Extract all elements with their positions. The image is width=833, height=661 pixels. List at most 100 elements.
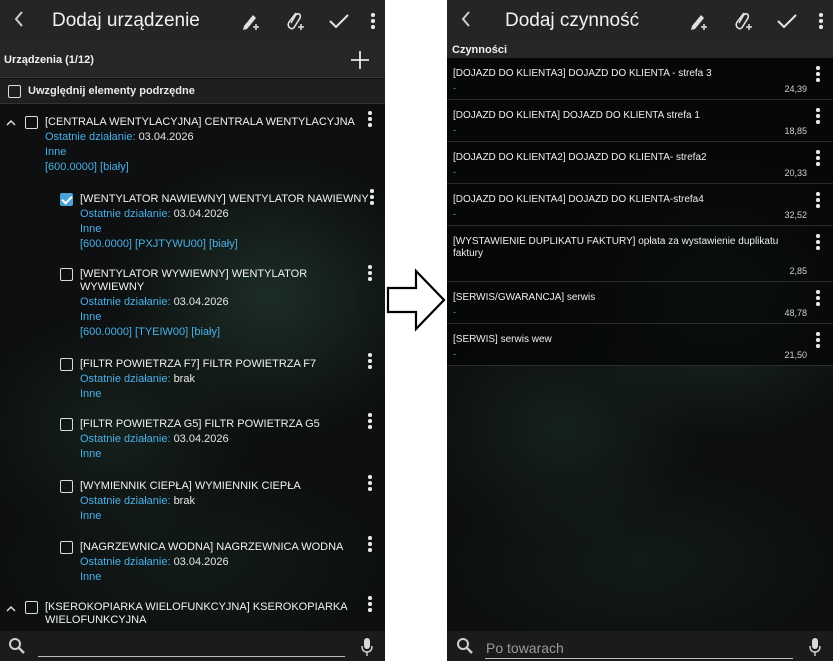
pencil-plus-icon	[243, 15, 259, 30]
activity-price: 2,85	[789, 266, 807, 276]
device-item[interactable]: [CENTRALA WENTYLACYJNA] CENTRALA WENTYLA…	[0, 105, 385, 179]
more-vertical-icon[interactable]	[815, 332, 821, 348]
activity-subtext: -	[453, 167, 456, 177]
device-tags: [600.0000] [biały]	[45, 161, 129, 173]
more-vertical-icon[interactable]	[367, 111, 373, 127]
device-item[interactable]: [FILTR POWIETRZA G5] FILTR POWIETRZA G5 …	[0, 413, 385, 467]
more-vertical-icon[interactable]	[367, 475, 373, 491]
chevron-left-icon	[14, 11, 23, 27]
activity-subtext: -	[453, 349, 456, 359]
activity-price: 21,50	[784, 350, 807, 360]
add-attachment-button[interactable]	[721, 0, 765, 42]
device-type: Inne	[80, 448, 102, 460]
device-checkbox[interactable]	[60, 418, 73, 431]
device-checkbox[interactable]	[60, 268, 73, 281]
devices-section-header: Urządzenia (1/12)	[0, 42, 385, 78]
include-children-checkbox[interactable]	[8, 84, 21, 98]
back-button[interactable]	[447, 7, 485, 35]
microphone-icon[interactable]	[809, 637, 821, 657]
activity-price: 32,52	[784, 210, 807, 220]
device-item[interactable]: [WENTYLATOR NAWIEWNY] WENTYLATOR NAWIEWN…	[0, 187, 385, 261]
device-last-action: Ostatnie działanie: 03.04.2026	[80, 296, 229, 308]
more-vertical-icon[interactable]	[815, 234, 821, 250]
device-name: [CENTRALA WENTYLACYJNA] CENTRALA WENTYLA…	[45, 116, 355, 128]
activity-item[interactable]: [SERWIS] serwis wew - 21,50	[447, 324, 833, 366]
activity-item[interactable]: [DOJAZD DO KLIENTA3] DOJAZD DO KLIENTA -…	[447, 58, 833, 100]
more-vertical-icon[interactable]	[815, 150, 821, 166]
back-button[interactable]	[0, 7, 38, 35]
more-vertical-icon[interactable]	[367, 265, 373, 281]
add-note-button[interactable]	[677, 0, 721, 42]
microphone-icon[interactable]	[361, 637, 373, 657]
chevron-up-icon[interactable]	[6, 604, 16, 614]
devices-count-label: Urządzenia (1/12)	[4, 53, 94, 66]
more-vertical-icon[interactable]	[815, 290, 821, 306]
page-title: Dodaj czynność	[505, 10, 640, 31]
more-vertical-icon[interactable]	[367, 536, 373, 552]
overflow-menu-button[interactable]	[809, 0, 833, 42]
chevron-left-icon	[461, 11, 470, 27]
device-checkbox[interactable]	[60, 541, 73, 554]
device-item[interactable]: [KSEROKOPIARKA WIELOFUNKCYJNA] KSEROKOPI…	[0, 596, 385, 631]
confirm-button[interactable]	[317, 0, 361, 42]
top-app-bar: Dodaj urządzenie	[0, 0, 385, 42]
device-checkbox[interactable]	[60, 358, 73, 371]
activities-section-header: Czynności	[447, 42, 833, 58]
activity-item[interactable]: [WYSTAWIENIE DUPLIKATU FAKTURY] opłata z…	[447, 226, 833, 282]
more-vertical-icon[interactable]	[367, 353, 373, 369]
search-input[interactable]	[485, 658, 793, 659]
page-title: Dodaj urządzenie	[52, 10, 200, 31]
activity-price: 48,78	[784, 308, 807, 318]
more-vertical-icon[interactable]	[815, 108, 821, 124]
activity-item[interactable]: [DOJAZD DO KLIENTA] DOJAZD DO KLIENTA st…	[447, 100, 833, 142]
device-name-cont: WIELOFUNKCYJNA	[45, 614, 147, 626]
device-name: [FILTR POWIETRZA G5] FILTR POWIETRZA G5	[80, 418, 320, 430]
device-type: Inne	[80, 311, 102, 323]
activity-name: [DOJAZD DO KLIENTA4] DOJAZD DO KLIENTA-s…	[453, 194, 704, 205]
activity-item[interactable]: [DOJAZD DO KLIENTA2] DOJAZD DO KLIENTA- …	[447, 142, 833, 184]
device-last-action: Ostatnie działanie: brak	[80, 373, 195, 385]
device-item[interactable]: [WENTYLATOR WYWIEWNY] WENTYLATOR WYWIEWN…	[0, 265, 385, 345]
search-icon[interactable]	[8, 637, 26, 655]
activity-item[interactable]: [SERWIS/GWARANCJA] serwis - 48,78	[447, 282, 833, 324]
add-activity-screen: Dodaj czynność Czynności [DOJAZD DO KLIE…	[447, 0, 833, 661]
add-device-button[interactable]	[349, 49, 371, 71]
device-checkbox[interactable]	[25, 116, 38, 129]
device-checkbox[interactable]	[60, 480, 73, 493]
add-attachment-button[interactable]	[273, 0, 317, 42]
add-note-button[interactable]	[229, 0, 273, 42]
overflow-menu-button[interactable]	[361, 0, 385, 42]
confirm-button[interactable]	[765, 0, 809, 42]
paperclip-plus-icon	[287, 12, 304, 30]
more-vertical-icon[interactable]	[815, 66, 821, 82]
device-last-action: Ostatnie działanie: brak	[80, 495, 195, 507]
paperclip-plus-icon	[735, 12, 752, 30]
checkmark-icon	[329, 14, 349, 29]
activity-name: [DOJAZD DO KLIENTA2] DOJAZD DO KLIENTA- …	[453, 152, 707, 163]
more-vertical-icon[interactable]	[815, 192, 821, 208]
activity-name: [SERWIS] serwis wew	[453, 334, 552, 345]
device-item[interactable]: [NAGRZEWNICA WODNA] NAGRZEWNICA WODNA Os…	[0, 536, 385, 590]
include-children-toggle[interactable]: Uwzględnij elementy podrzędne	[0, 79, 385, 104]
search-icon[interactable]	[456, 637, 474, 655]
more-vertical-icon[interactable]	[367, 596, 373, 612]
activity-item[interactable]: [DOJAZD DO KLIENTA4] DOJAZD DO KLIENTA-s…	[447, 184, 833, 226]
arrow-right-icon	[386, 268, 446, 332]
device-checkbox[interactable]	[25, 601, 38, 614]
more-vertical-icon[interactable]	[369, 189, 375, 205]
activity-name: [DOJAZD DO KLIENTA3] DOJAZD DO KLIENTA -…	[453, 68, 712, 79]
device-last-action: Ostatnie działanie: 03.04.2026	[80, 433, 229, 445]
device-name: [KSEROKOPIARKA WIELOFUNKCYJNA] KSEROKOPI…	[45, 601, 348, 613]
top-app-bar: Dodaj czynność	[447, 0, 833, 42]
device-item[interactable]: [WYMIENNIK CIEPŁA] WYMIENNIK CIEPŁA Osta…	[0, 475, 385, 529]
device-type: Inne	[80, 571, 102, 583]
device-tags: [600.0000] [TYEIW00] [biały]	[80, 326, 221, 338]
device-item[interactable]: [FILTR POWIETRZA F7] FILTR POWIETRZA F7 …	[0, 353, 385, 405]
search-input[interactable]	[38, 656, 345, 657]
device-type: Inne	[80, 510, 102, 522]
activity-subtext: -	[453, 125, 456, 135]
more-vertical-icon[interactable]	[367, 413, 373, 429]
device-checkbox[interactable]	[60, 193, 73, 206]
chevron-up-icon[interactable]	[6, 118, 16, 128]
device-type: Inne	[45, 146, 67, 158]
